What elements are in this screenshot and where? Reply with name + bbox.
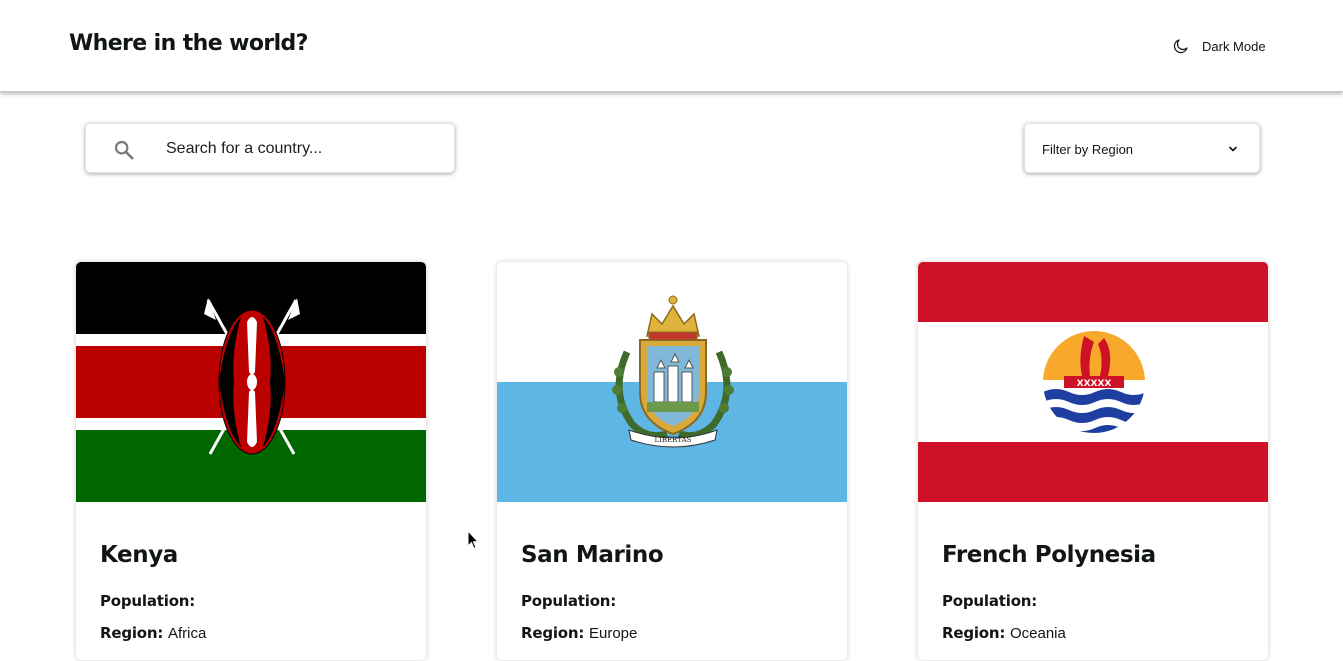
country-card[interactable]: LIBERTAS San Marino Population: Region: … [496, 261, 848, 661]
region-filter-label: Filter by Region [1042, 142, 1134, 157]
country-card[interactable]: XXXXX French Polynesia Population: Regio… [917, 261, 1269, 661]
dark-mode-label: Dark Mode [1202, 38, 1266, 54]
country-card[interactable]: Kenya Population: Region: Africa [75, 261, 427, 661]
site-header: Where in the world? Dark Mode [0, 0, 1343, 92]
moon-icon [1173, 39, 1188, 54]
region-label: Region [521, 624, 579, 642]
country-name: French Polynesia [942, 542, 1156, 568]
search-box [85, 123, 455, 173]
svg-text:XXXXX: XXXXX [1077, 379, 1112, 389]
french-polynesia-flag: XXXXX [918, 262, 1268, 502]
svg-text:LIBERTAS: LIBERTAS [655, 436, 692, 444]
dark-mode-toggle[interactable]: Dark Mode [1172, 36, 1266, 56]
region-filter-dropdown[interactable]: Filter by Region [1024, 123, 1260, 173]
mouse-cursor-icon [467, 530, 479, 550]
region-row: Region: Europe [521, 624, 638, 642]
region-label: Region [942, 624, 1000, 642]
country-name: Kenya [100, 542, 178, 568]
san-marino-flag: LIBERTAS [497, 262, 847, 502]
region-label: Region [100, 624, 158, 642]
country-name: San Marino [521, 542, 664, 568]
region-row: Region: Africa [100, 624, 207, 642]
chevron-down-icon [1229, 146, 1237, 152]
search-icon [114, 140, 134, 160]
site-title: Where in the world? [69, 31, 308, 56]
population-row: Population: [100, 592, 196, 610]
population-label: Population [521, 592, 611, 610]
population-row: Population: [521, 592, 617, 610]
population-label: Population [942, 592, 1032, 610]
kenya-flag [76, 262, 426, 502]
population-label: Population [100, 592, 190, 610]
population-row: Population: [942, 592, 1038, 610]
search-input[interactable] [166, 136, 436, 162]
region-row: Region: Oceania [942, 624, 1066, 642]
